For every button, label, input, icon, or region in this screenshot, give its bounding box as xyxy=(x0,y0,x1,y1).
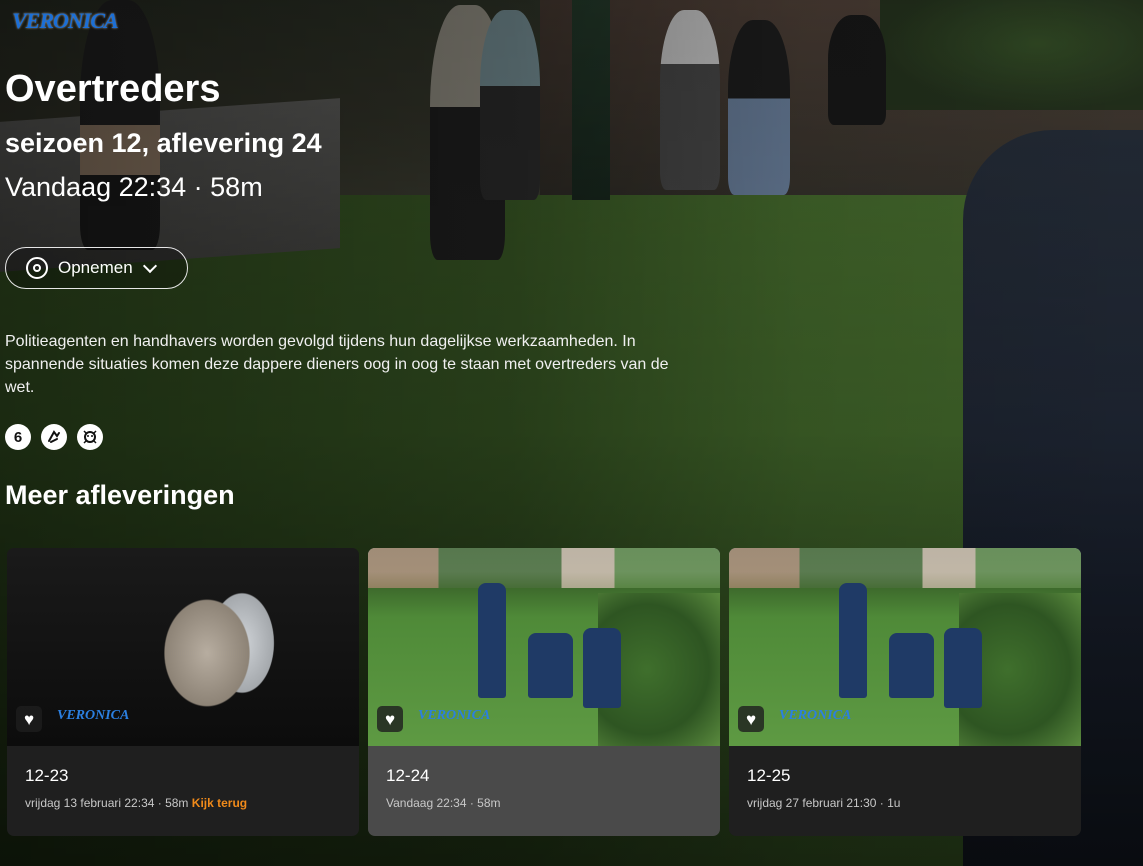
chevron-down-icon xyxy=(142,258,157,273)
record-button[interactable]: Opnemen xyxy=(5,247,188,289)
episode-code: 12-23 xyxy=(25,766,69,785)
watch-back-label[interactable]: Kijk terug xyxy=(192,796,247,810)
channel-logo-small: VERONICA xyxy=(418,708,491,723)
heart-icon: ♥ xyxy=(745,709,757,729)
channel-logo: VERONICA xyxy=(12,8,119,33)
record-icon xyxy=(26,257,48,279)
channel-logo-small: VERONICA xyxy=(779,708,852,723)
airtime: Vandaag 22:34 · 58m xyxy=(5,172,263,202)
favorite-button[interactable]: ♥ xyxy=(738,706,764,732)
heart-icon: ♥ xyxy=(23,709,35,729)
episode-thumbnail: ♥ VERONICA xyxy=(7,548,359,746)
show-title: Overtreders xyxy=(5,68,221,110)
episode-card-current[interactable]: ♥ VERONICA 12-24 Vandaag 22:34 · 58m xyxy=(368,548,720,836)
age-6-icon: 6 xyxy=(5,424,31,450)
episode-thumbnail: ♥ VERONICA xyxy=(368,548,720,746)
record-label: Opnemen xyxy=(58,258,133,277)
fear-icon xyxy=(77,424,103,450)
episode-subtitle: seizoen 12, aflevering 24 xyxy=(5,128,322,158)
favorite-button[interactable]: ♥ xyxy=(377,706,403,732)
episode-list: ♥ VERONICA 12-23 vrijdag 13 februari 22:… xyxy=(7,548,1081,836)
episode-meta: vrijdag 13 februari 22:34 · 58m Kijk ter… xyxy=(25,796,248,810)
show-description: Politieagenten en handhavers worden gevo… xyxy=(5,333,669,396)
episode-thumbnail: ♥ VERONICA xyxy=(729,548,1081,746)
episode-code: 12-24 xyxy=(386,766,430,785)
episode-card[interactable]: ♥ VERONICA 12-25 vrijdag 27 februari 21:… xyxy=(729,548,1081,836)
episode-meta: vrijdag 27 februari 21:30 · 1u xyxy=(747,796,901,810)
favorite-button[interactable]: ♥ xyxy=(16,706,42,732)
episode-code: 12-25 xyxy=(747,766,791,785)
channel-logo-small: VERONICA xyxy=(57,708,130,723)
heart-icon: ♥ xyxy=(384,709,396,729)
episode-meta: Vandaag 22:34 · 58m xyxy=(386,796,501,810)
more-episodes-title: Meer afleveringen xyxy=(5,480,235,510)
episode-card[interactable]: ♥ VERONICA 12-23 vrijdag 13 februari 22:… xyxy=(7,548,359,836)
content-ratings: 6 xyxy=(5,424,103,450)
violence-icon xyxy=(41,424,67,450)
